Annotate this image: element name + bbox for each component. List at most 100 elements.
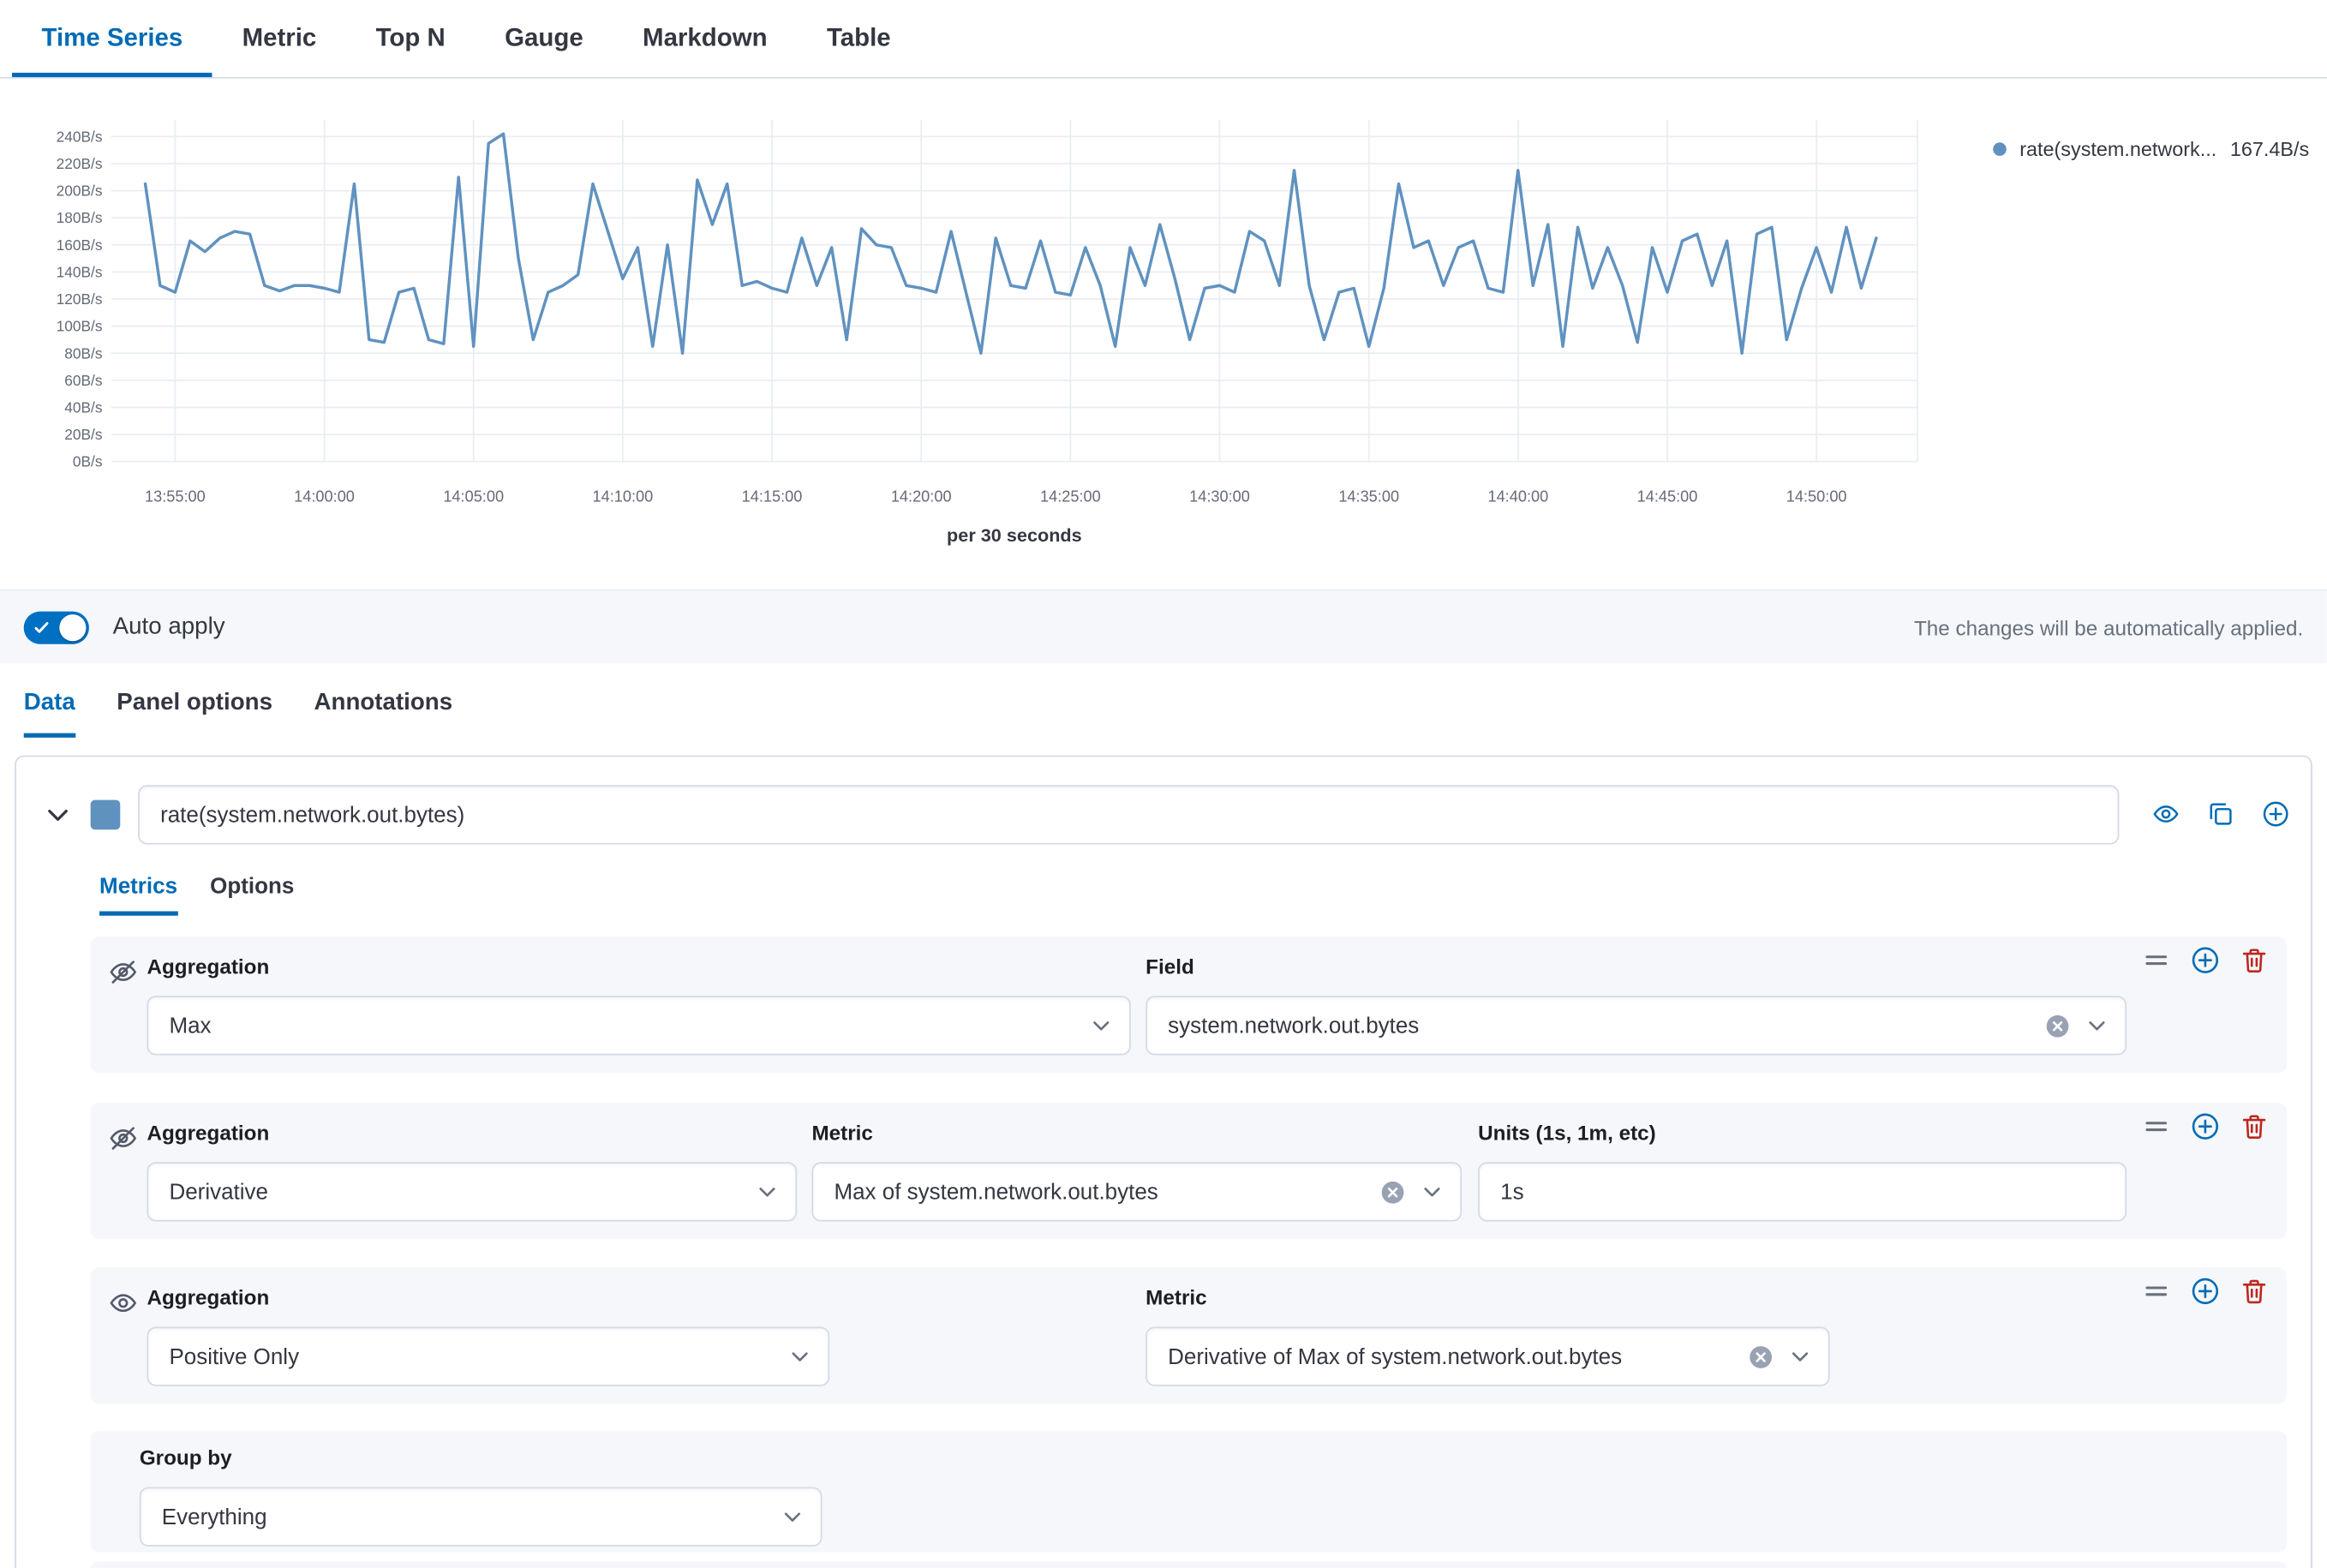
auto-apply-bar: Auto apply The changes will be automatic… [0,589,2327,667]
eye-slash-icon [108,1123,138,1153]
svg-text:14:05:00: 14:05:00 [443,488,504,505]
field-label: Field [1146,955,1194,979]
tsvb-editor: Time Series Metric Top N Gauge Markdown … [0,0,2327,1568]
eye-icon [2152,800,2180,829]
eye-icon [108,1288,138,1318]
delete-metric-button[interactable] [2240,1277,2270,1307]
metric-visibility-button[interactable] [108,1288,138,1318]
metric-row-actions [2141,1111,2269,1141]
metric-label: Metric [1146,1285,1206,1309]
delete-metric-button[interactable] [2240,1111,2270,1141]
group-by-label: Group by [140,1445,232,1469]
legend-value: 167.4B/s [2230,138,2309,160]
visualization-type-tabs: Time Series Metric Top N Gauge Markdown … [0,0,2327,79]
chart-legend[interactable]: rate(system.network... 167.4B/s [1993,138,2309,160]
svg-text:220B/s: 220B/s [57,155,103,172]
svg-text:14:10:00: 14:10:00 [593,488,654,505]
tab-top-n[interactable]: Top N [346,0,476,77]
svg-text:14:15:00: 14:15:00 [742,488,803,505]
clear-icon[interactable] [1380,1179,1405,1204]
eye-slash-icon [108,957,138,987]
x-axis-title: per 30 seconds [0,525,2029,546]
metric-row-actions [2141,945,2269,975]
metric-row-actions [2141,1277,2269,1307]
next-section-strip [91,1561,2288,1568]
chevron-down-icon [781,1505,805,1529]
svg-text:140B/s: 140B/s [57,263,103,280]
aggregation-label: Aggregation [147,1121,269,1145]
tab-table[interactable]: Table [797,0,920,77]
series-color-swatch[interactable] [91,800,121,830]
add-series-button[interactable] [2262,800,2290,829]
svg-text:180B/s: 180B/s [57,209,103,226]
auto-apply-toggle[interactable] [24,612,89,644]
svg-text:160B/s: 160B/s [57,236,103,254]
tab-gauge[interactable]: Gauge [475,0,613,77]
series-label-input[interactable] [138,785,2119,844]
timeseries-chart: 13:55:00 14:00:00 14:05:00 14:10:00 14:15:00… [0,79,2327,524]
tab-options[interactable]: Options [210,874,294,915]
tab-metrics[interactable]: Metrics [99,874,177,915]
chevron-down-icon [2085,1014,2109,1038]
copy-icon [2207,800,2235,829]
auto-apply-label: Auto apply [113,614,225,641]
tab-data[interactable]: Data [24,690,75,737]
chevron-down-icon [788,1344,812,1368]
units-label: Units (1s, 1m, etc) [1478,1121,1656,1145]
add-metric-button[interactable] [2191,1277,2221,1307]
add-metric-button[interactable] [2191,1111,2221,1141]
svg-text:14:20:00: 14:20:00 [891,488,952,505]
drag-handle[interactable] [2141,1277,2171,1307]
field-value: system.network.out.bytes [1147,1013,2045,1038]
clear-icon[interactable] [1748,1344,1773,1368]
metric-visibility-button[interactable] [108,957,138,987]
svg-text:80B/s: 80B/s [64,344,103,362]
tab-annotations[interactable]: Annotations [314,690,453,737]
delete-metric-button[interactable] [2240,945,2270,975]
units-value: 1s [1480,1179,2125,1204]
aggregation-select[interactable]: Positive Only [147,1326,829,1385]
group-by-value: Everything [141,1504,772,1529]
group-by-row: Group by Everything [91,1431,2288,1553]
svg-text:20B/s: 20B/s [64,426,103,443]
units-input[interactable]: 1s [1478,1162,2127,1221]
toggle-series-visibility-button[interactable] [2152,800,2180,829]
series-header-actions [2152,800,2290,829]
svg-text:200B/s: 200B/s [57,183,103,200]
tab-metric[interactable]: Metric [212,0,346,77]
clone-series-button[interactable] [2207,800,2235,829]
metric-value: Max of system.network.out.bytes [813,1179,1380,1204]
metric-value: Derivative of Max of system.network.out.… [1147,1344,1749,1368]
svg-text:13:55:00: 13:55:00 [145,488,206,505]
field-combobox[interactable]: system.network.out.bytes [1146,996,2127,1055]
collapse-series-button[interactable] [43,800,73,830]
svg-text:60B/s: 60B/s [64,372,103,389]
metric-visibility-button[interactable] [108,1123,138,1153]
plus-circle-icon [2262,800,2290,829]
add-metric-button[interactable] [2191,945,2221,975]
tab-markdown[interactable]: Markdown [613,0,797,77]
check-icon [33,619,51,637]
aggregation-select[interactable]: Max [147,996,1130,1055]
drag-handle[interactable] [2141,945,2171,975]
aggregation-value: Max [148,1013,1080,1038]
aggregation-select[interactable]: Derivative [147,1162,797,1221]
metric-combobox[interactable]: Max of system.network.out.bytes [811,1162,1462,1221]
clear-icon[interactable] [2045,1013,2070,1038]
aggregation-value: Derivative [148,1179,746,1204]
svg-text:14:50:00: 14:50:00 [1786,488,1847,505]
svg-text:14:30:00: 14:30:00 [1189,488,1250,505]
tab-panel-options[interactable]: Panel options [117,690,272,737]
tab-time-series[interactable]: Time Series [12,0,212,77]
legend-label: rate(system.network... [2019,138,2216,160]
series-tabs: Metrics Options [99,874,294,915]
group-by-select[interactable]: Everything [140,1487,823,1547]
svg-text:240B/s: 240B/s [57,128,103,145]
metric-combobox[interactable]: Derivative of Max of system.network.out.… [1146,1326,1829,1385]
aggregation-label: Aggregation [147,955,269,979]
svg-text:100B/s: 100B/s [57,318,103,335]
drag-handle[interactable] [2141,1111,2171,1141]
aggregation-label: Aggregation [147,1285,269,1309]
svg-text:14:00:00: 14:00:00 [294,488,355,505]
svg-text:0B/s: 0B/s [73,453,103,470]
